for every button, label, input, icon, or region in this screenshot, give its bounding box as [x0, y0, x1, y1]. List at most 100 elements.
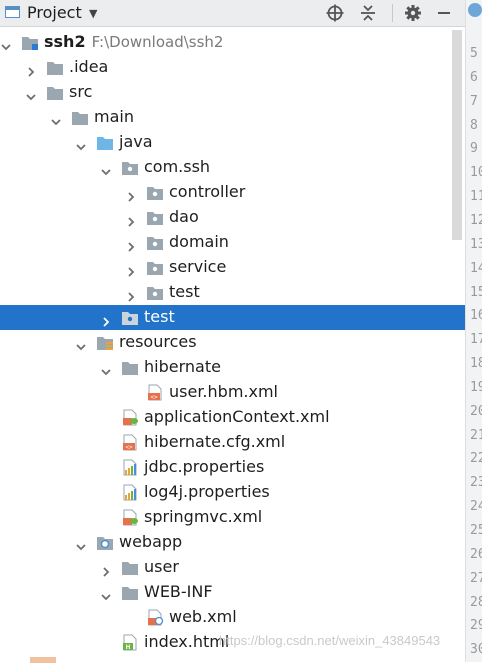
tree-node-src[interactable]: src [0, 80, 465, 105]
tree-node-text: test [169, 282, 200, 301]
tree-node-label: springmvc.xml [144, 507, 262, 526]
tree-node-text: service [169, 257, 227, 276]
line-number: 13 [470, 236, 482, 252]
line-number: 18 [470, 356, 482, 372]
chevron-right-icon[interactable] [126, 187, 136, 202]
tree-node-label: web.xml [169, 607, 237, 626]
line-number: 29 [470, 618, 482, 634]
line-number: 6 [470, 69, 478, 85]
chevron-down-icon[interactable] [51, 112, 61, 126]
tree-node-user-hbm-xml[interactable]: <> user.hbm.xml [0, 380, 465, 405]
chevron-down-icon[interactable] [76, 537, 86, 551]
svg-text:H: H [125, 644, 130, 651]
tree-node-web-xml[interactable]: web.xml [0, 605, 465, 630]
module-icon [21, 34, 39, 51]
line-number: 17 [470, 332, 482, 348]
tree-node-web-inf[interactable]: WEB-INF [0, 580, 465, 605]
tree-node-dao[interactable]: dao [0, 205, 465, 230]
tree-node-label: resources [119, 332, 197, 351]
tree-node-idea[interactable]: .idea [0, 55, 465, 80]
editor-tab-icon[interactable] [468, 3, 482, 17]
chevron-down-icon[interactable] [1, 37, 11, 51]
chevron-down-icon[interactable] [76, 137, 86, 151]
chevron-down-icon[interactable] [26, 87, 36, 101]
tree-node-text: src [69, 82, 93, 101]
tree-node-domain[interactable]: domain [0, 230, 465, 255]
chevron-right-icon[interactable] [126, 287, 136, 302]
watermark: https://blog.csdn.net/weixin_43849543 [219, 633, 441, 648]
line-number: 24 [470, 499, 482, 515]
tree-node-label: index.html [144, 632, 229, 651]
tree-node-label: user [144, 557, 179, 576]
tree-node-test[interactable]: test [0, 280, 465, 305]
chevron-down-icon[interactable] [101, 162, 111, 176]
tree-node-hibernate[interactable]: hibernate [0, 355, 465, 380]
line-number: 23 [470, 475, 482, 491]
collapse-all-icon[interactable] [357, 2, 379, 24]
tree-node-text: web.xml [169, 607, 237, 626]
tree-node-applicationcontext-xml[interactable]: applicationContext.xml [0, 405, 465, 430]
properties-icon [121, 484, 139, 501]
tree-node-label: main [94, 107, 134, 126]
chevron-right-icon[interactable] [126, 212, 136, 227]
tree-node-user[interactable]: user [0, 555, 465, 580]
folder-gray-icon [121, 584, 139, 601]
chevron-right-icon[interactable] [126, 237, 136, 252]
tree-node-text: dao [169, 207, 199, 226]
line-number: 7 [470, 93, 478, 109]
tree-node-label: user.hbm.xml [169, 382, 278, 401]
folder-gray-icon [46, 59, 64, 76]
tree-node-test[interactable]: test [0, 305, 465, 330]
tree-node-label: test [169, 282, 200, 301]
gear-icon[interactable] [402, 2, 424, 24]
tree-node-webapp[interactable]: webapp [0, 530, 465, 555]
project-view-title[interactable]: Project [27, 3, 82, 22]
line-number: 10 [470, 165, 482, 181]
tree-node-text: WEB-INF [144, 582, 213, 601]
chevron-down-icon[interactable] [76, 337, 86, 351]
tree-node-springmvc-xml[interactable]: springmvc.xml [0, 505, 465, 530]
tree-node-text: user.hbm.xml [169, 382, 278, 401]
tree-scrollbar[interactable] [452, 30, 462, 240]
folder-resources-icon [96, 334, 114, 351]
folder-web-icon [96, 534, 114, 551]
chevron-right-icon[interactable] [126, 262, 136, 277]
chevron-right-icon[interactable] [101, 562, 111, 577]
xml-icon: <> [121, 434, 139, 451]
locate-icon[interactable] [324, 2, 346, 24]
dropdown-icon[interactable]: ▼ [89, 7, 97, 20]
tree-node-ssh2[interactable]: ssh2 F:\Download\ssh2 [0, 30, 465, 55]
line-number: 15 [470, 284, 482, 300]
chevron-down-icon[interactable] [101, 362, 111, 376]
tree-node-hibernate-cfg-xml[interactable]: <> hibernate.cfg.xml [0, 430, 465, 455]
line-number: 9 [470, 141, 478, 157]
chevron-right-icon[interactable] [26, 62, 36, 77]
chevron-down-icon[interactable] [101, 587, 111, 601]
tree-node-main[interactable]: main [0, 105, 465, 130]
tree-node-java[interactable]: java [0, 130, 465, 155]
tree-node-log4j-properties[interactable]: log4j.properties [0, 480, 465, 505]
package-icon [146, 209, 164, 226]
tree-node-label: hibernate.cfg.xml [144, 432, 285, 451]
package-icon [146, 284, 164, 301]
tree-node-controller[interactable]: controller [0, 180, 465, 205]
tree-node-label: .idea [69, 57, 108, 76]
tree-node-com-ssh[interactable]: com.ssh [0, 155, 465, 180]
tree-node-text: index.html [144, 632, 230, 651]
tree-node-text: webapp [119, 532, 183, 551]
line-number: 14 [470, 260, 482, 276]
line-number: 16 [470, 308, 482, 324]
tree-node-service[interactable]: service [0, 255, 465, 280]
hide-panel-icon[interactable] [433, 2, 455, 24]
line-number: 21 [470, 427, 482, 443]
package-icon [146, 234, 164, 251]
line-number: 27 [470, 570, 482, 586]
tree-node-text: test [144, 307, 175, 326]
tree-node-label: jdbc.properties [144, 457, 264, 476]
tree-node-text: controller [169, 182, 246, 201]
tree-node-jdbc-properties[interactable]: jdbc.properties [0, 455, 465, 480]
folder-blue-icon [96, 134, 114, 151]
tree-node-resources[interactable]: resources [0, 330, 465, 355]
line-number: 20 [470, 403, 482, 419]
chevron-right-icon[interactable] [101, 312, 111, 327]
